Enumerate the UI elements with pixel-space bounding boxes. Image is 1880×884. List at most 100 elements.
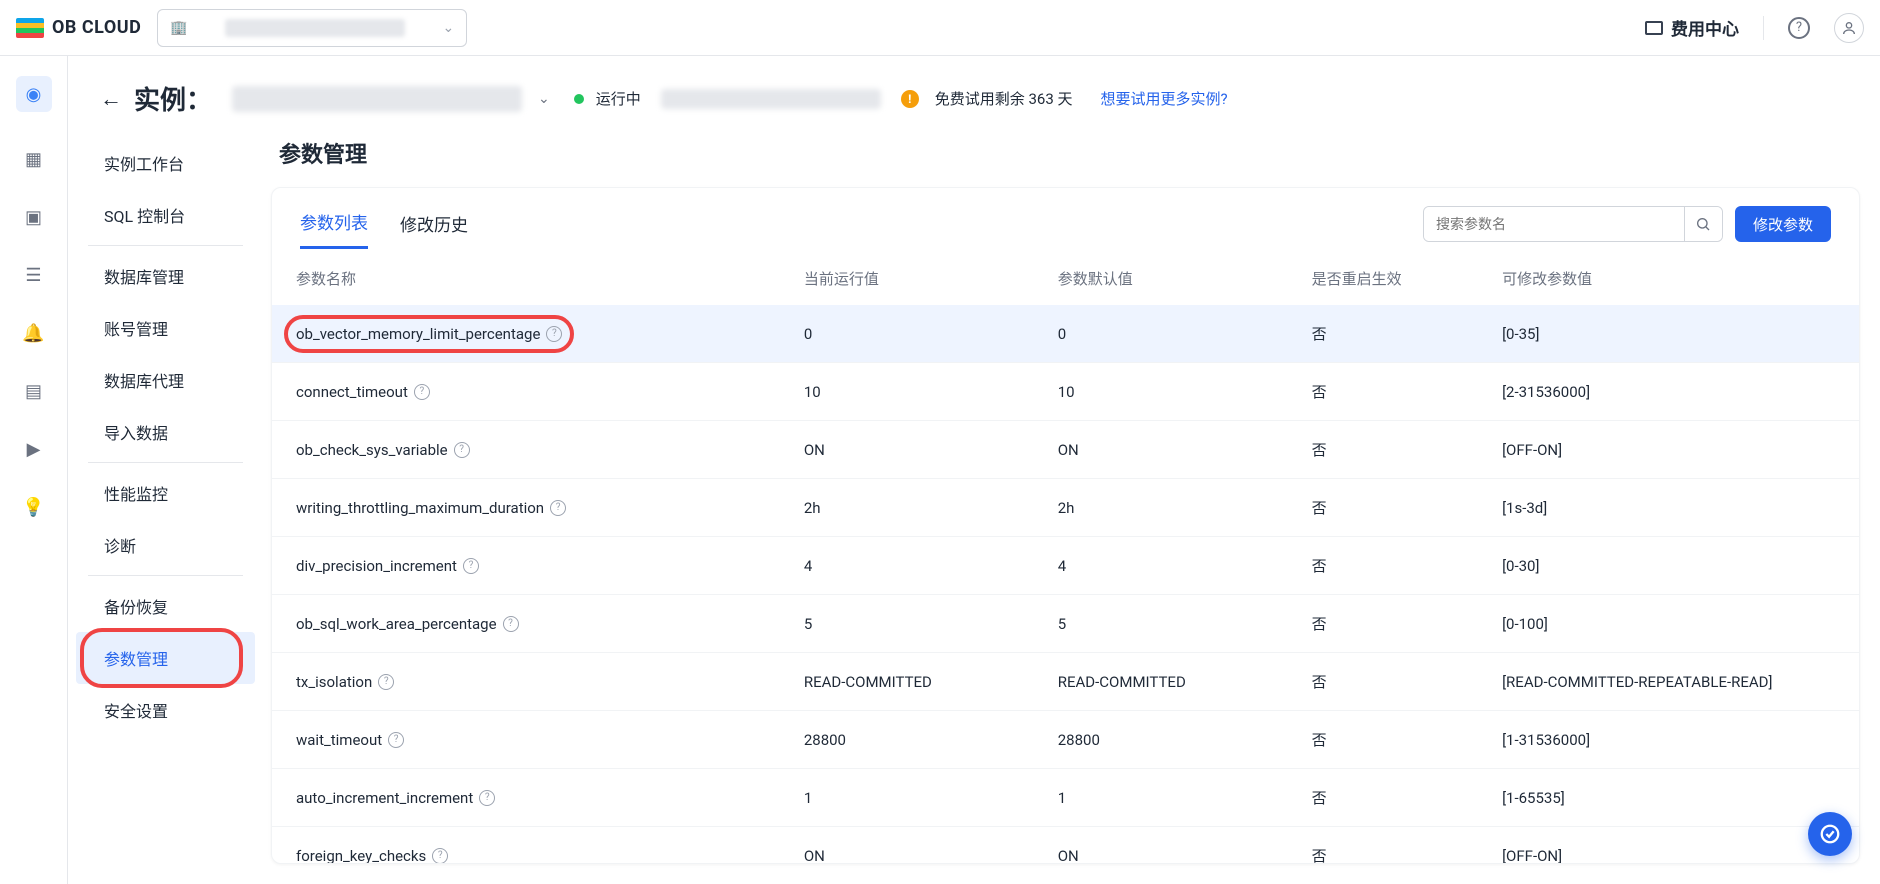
info-icon[interactable]: ? [388,732,404,748]
cell-restart: 否 [1288,827,1478,864]
cell-range: [0-30] [1478,537,1859,595]
table-row[interactable]: ob_vector_memory_limit_percentage?00否[0-… [272,305,1859,363]
param-name: ob_vector_memory_limit_percentage [296,325,540,343]
cell-default: ON [1034,421,1288,479]
param-name: div_precision_increment [296,557,457,575]
table-row[interactable]: writing_throttling_maximum_duration?2h2h… [272,479,1859,537]
cell-restart: 否 [1288,421,1478,479]
sidebar-item-parameters[interactable]: 参数管理 [76,632,255,684]
instance-sidebar: 实例工作台 SQL 控制台 数据库管理 账号管理 数据库代理 导入数据 性能监控… [68,129,263,884]
cell-default: READ-COMMITTED [1034,653,1288,711]
rail-dashboard-icon[interactable]: ▦ [23,148,45,170]
help-icon[interactable]: ? [1788,17,1810,39]
cell-range: [1-65535] [1478,769,1859,827]
cell-restart: 否 [1288,479,1478,537]
trial-more-link[interactable]: 想要试用更多实例? [1101,88,1228,109]
table-row[interactable]: tx_isolation?READ-COMMITTEDREAD-COMMITTE… [272,653,1859,711]
info-icon[interactable]: ? [378,674,394,690]
table-row[interactable]: connect_timeout?1010否[2-31536000] [272,363,1859,421]
info-icon[interactable]: ? [414,384,430,400]
param-name: ob_sql_work_area_percentage [296,615,497,633]
divider [1763,16,1764,40]
divider [88,575,243,576]
cell-range: [OFF-ON] [1478,421,1859,479]
chevron-down-icon[interactable]: ⌄ [538,91,550,107]
trial-text: 免费试用剩余 363 天 [935,88,1073,109]
user-avatar[interactable] [1834,13,1864,43]
rail-instances-icon[interactable]: ◉ [16,76,52,112]
table-row[interactable]: ob_check_sys_variable?ONON否[OFF-ON] [272,421,1859,479]
search-button[interactable] [1684,207,1722,241]
sidebar-item-backup[interactable]: 备份恢复 [76,580,255,632]
info-icon[interactable]: ? [463,558,479,574]
info-icon[interactable]: ? [432,848,448,864]
param-name: wait_timeout [296,731,382,749]
instance-selector[interactable]: 🏢 ⌄ [157,9,467,47]
parameters-table: 参数名称 当前运行值 参数默认值 是否重启生效 可修改参数值 ob_vector… [272,252,1859,863]
tab-param-list[interactable]: 参数列表 [300,209,368,249]
back-arrow-icon[interactable]: ← [100,86,122,112]
building-icon: 🏢 [170,20,187,36]
rail-resources-icon[interactable]: ▣ [23,206,45,228]
cell-range: [OFF-ON] [1478,827,1859,864]
page-header: ← 实例： ⌄ 运行中 ! 免费试用剩余 363 天 想要试用更多实例? [68,56,1880,129]
cell-default: 28800 [1034,711,1288,769]
col-param-name: 参数名称 [272,252,780,305]
cell-default: 2h [1034,479,1288,537]
param-name: tx_isolation [296,673,372,691]
table-row[interactable]: ob_sql_work_area_percentage?55否[0-100] [272,595,1859,653]
table-row[interactable]: div_precision_increment?44否[0-30] [272,537,1859,595]
card-icon [1645,21,1663,35]
brand-text: OB CLOUD [52,17,141,38]
sidebar-item-sql-console[interactable]: SQL 控制台 [76,189,255,241]
table-row[interactable]: foreign_key_checks?ONON否[OFF-ON] [272,827,1859,864]
rail-docs-icon[interactable]: ▤ [23,380,45,402]
rail-bulb-icon[interactable]: 💡 [23,496,45,518]
info-icon[interactable]: ? [546,326,562,342]
info-icon[interactable]: ? [550,500,566,516]
cell-range: [READ-COMMITTED-REPEATABLE-READ] [1478,653,1859,711]
sidebar-item-performance[interactable]: 性能监控 [76,467,255,519]
info-icon[interactable]: ? [503,616,519,632]
param-name: auto_increment_increment [296,789,473,807]
rail-alerts-icon[interactable]: 🔔 [23,322,45,344]
sidebar-item-import[interactable]: 导入数据 [76,406,255,458]
search-input[interactable] [1424,207,1684,241]
search-wrap [1423,206,1723,242]
sidebar-item-workbench[interactable]: 实例工作台 [76,137,255,189]
table-row[interactable]: wait_timeout?2880028800否[1-31536000] [272,711,1859,769]
sidebar-item-security[interactable]: 安全设置 [76,684,255,736]
cell-current: 10 [780,363,1034,421]
sidebar-item-accounts[interactable]: 账号管理 [76,302,255,354]
assist-fab[interactable] [1808,812,1852,856]
info-icon[interactable]: ? [454,442,470,458]
status-dot-icon [574,94,584,104]
cell-restart: 否 [1288,537,1478,595]
info-icon[interactable]: ? [479,790,495,806]
modify-params-button[interactable]: 修改参数 [1735,206,1831,242]
sidebar-item-proxy[interactable]: 数据库代理 [76,354,255,406]
tab-history[interactable]: 修改历史 [400,211,468,248]
search-icon [1695,216,1711,232]
cell-range: [1-31536000] [1478,711,1859,769]
top-bar: OB CLOUD 🏢 ⌄ 费用中心 ? [0,0,1880,56]
cell-restart: 否 [1288,653,1478,711]
sidebar-item-diagnose[interactable]: 诊断 [76,519,255,571]
billing-link[interactable]: 费用中心 [1645,15,1739,40]
col-range: 可修改参数值 [1478,252,1859,305]
cell-range: [0-35] [1478,305,1859,363]
param-name: connect_timeout [296,383,408,401]
sidebar-item-databases[interactable]: 数据库管理 [76,250,255,302]
rail-video-icon[interactable]: ▶ [23,438,45,460]
rail-settings-icon[interactable]: ☰ [23,264,45,286]
table-row[interactable]: auto_increment_increment?11否[1-65535] [272,769,1859,827]
global-nav-rail: ◉ ▦ ▣ ☰ 🔔 ▤ ▶ 💡 [0,56,68,884]
parameters-card: 参数列表 修改历史 修改参数 [271,187,1860,864]
instance-id-redacted [232,86,522,112]
breadcrumb-label: 实例： [134,80,212,117]
param-name: foreign_key_checks [296,847,426,864]
cell-range: [2-31536000] [1478,363,1859,421]
cell-range: [0-100] [1478,595,1859,653]
cell-current: 0 [780,305,1034,363]
cell-restart: 否 [1288,363,1478,421]
